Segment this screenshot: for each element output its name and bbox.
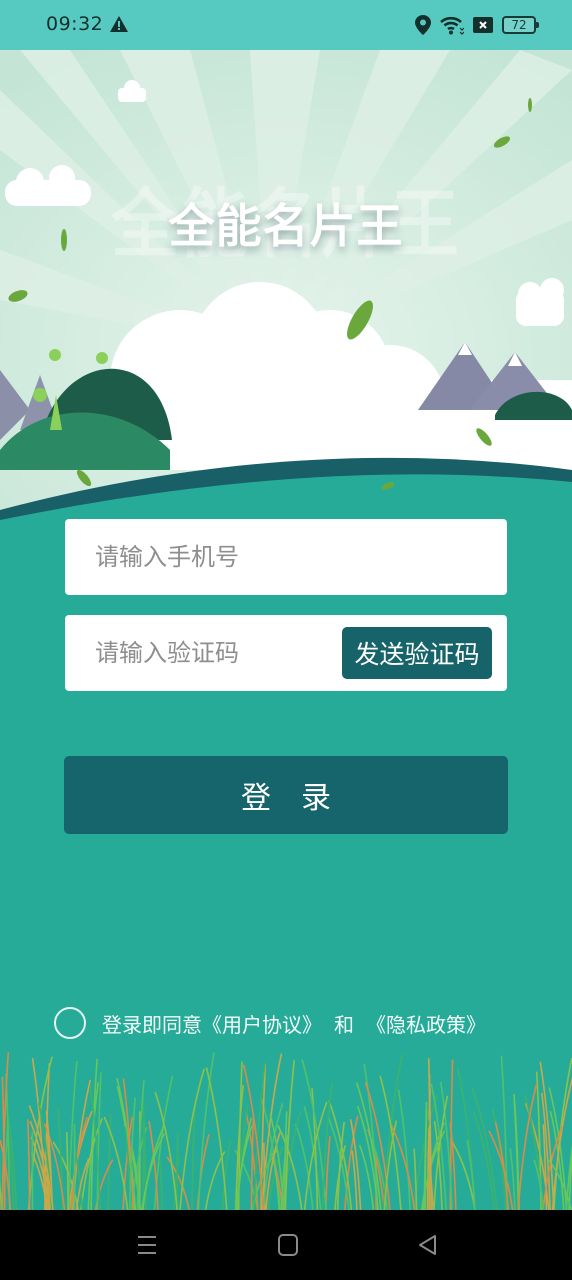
send-code-button[interactable]: 发送验证码 — [342, 627, 492, 679]
login-button[interactable]: 登录 — [64, 756, 508, 834]
grass-blade — [159, 1159, 164, 1210]
app-title: 全能名片王 — [168, 199, 404, 253]
system-nav-bar — [0, 1210, 572, 1280]
grass-blade — [321, 1082, 333, 1210]
grass-blade — [284, 1060, 295, 1210]
grass-blade — [539, 1061, 555, 1210]
wifi-icon — [440, 16, 464, 35]
home-icon[interactable] — [275, 1232, 301, 1258]
grass-blade — [390, 1124, 416, 1210]
verification-code-field: 发送验证码 — [65, 615, 507, 691]
warning-triangle-icon — [110, 16, 128, 32]
sim-off-icon — [473, 17, 493, 33]
menu-icon[interactable] — [134, 1232, 160, 1258]
verification-code-input[interactable] — [95, 615, 335, 691]
grass-blade — [250, 1118, 255, 1210]
privacy-policy-link[interactable]: 《隐私政策》 — [366, 1009, 486, 1038]
battery-indicator: 72 — [502, 16, 539, 34]
phone-input[interactable] — [95, 519, 335, 595]
agreement-checkbox[interactable] — [54, 1007, 86, 1039]
location-pin-icon — [415, 15, 431, 35]
grass-blade — [397, 1089, 411, 1210]
grass-decoration — [0, 1052, 572, 1210]
login-screen: 全能名片王 全能名片王 发送验证码 登录 登录即同意 《用户协议》 和 《隐私政… — [0, 50, 572, 1210]
grass-blade — [553, 1057, 572, 1210]
status-time: 09:32 — [46, 13, 104, 35]
agreement-row: 登录即同意 《用户协议》 和 《隐私政策》 — [54, 1007, 486, 1039]
agreement-and: 和 — [334, 1012, 354, 1037]
grass-blade — [27, 1119, 31, 1210]
grass-blade — [358, 1144, 375, 1210]
phone-field — [65, 519, 507, 595]
grass-blade — [175, 1133, 179, 1210]
grass-blade — [197, 1052, 215, 1210]
status-icons: 72 — [415, 14, 539, 36]
grass-blade — [66, 1132, 69, 1210]
banner-illustration: 全能名片王 全能名片王 — [0, 50, 572, 520]
back-icon[interactable] — [415, 1232, 441, 1258]
grass-blade — [379, 1075, 402, 1210]
user-agreement-link[interactable]: 《用户协议》 — [202, 1009, 322, 1038]
status-bar: 09:32 72 — [0, 0, 572, 50]
agreement-prefix: 登录即同意 — [102, 1012, 202, 1037]
grass-blade — [424, 1101, 428, 1210]
